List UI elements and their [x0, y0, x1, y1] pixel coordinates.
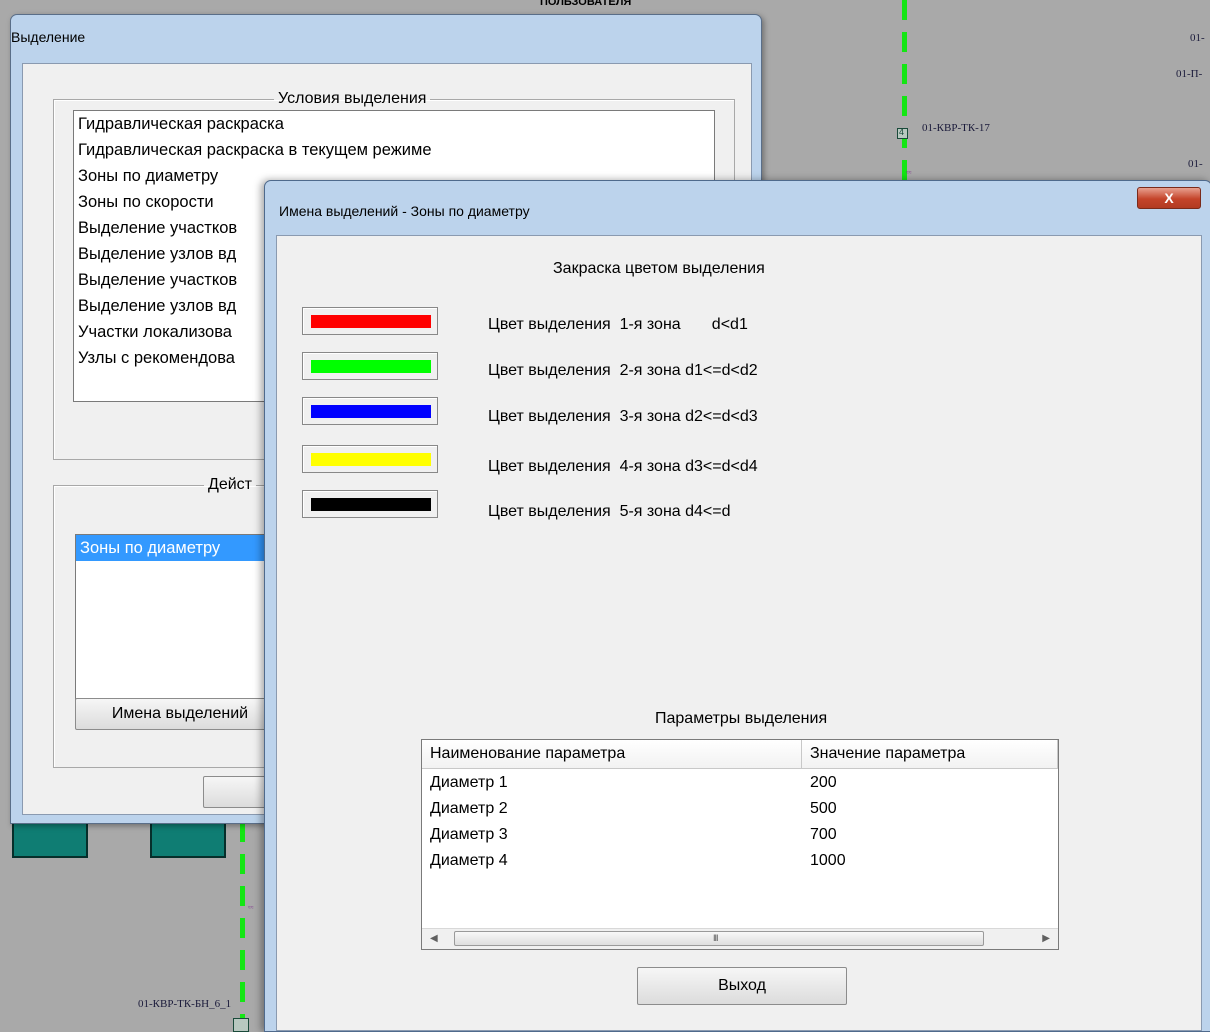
- pipe-line: [902, 0, 907, 180]
- column-header-name[interactable]: Наименование параметра: [422, 740, 802, 768]
- fill-color-heading: Закраска цветом выделения: [553, 260, 765, 277]
- list-item[interactable]: Гидравлическая раскраска: [74, 111, 714, 137]
- scroll-left-icon[interactable]: ◀: [430, 933, 438, 944]
- selection-dialog-title: Выделение: [11, 29, 86, 45]
- pipe-tag: ≈≈: [248, 905, 254, 911]
- zone-4-label: Цвет выделения 4-я зона d3<=d<d4: [488, 458, 758, 475]
- selection-names-dialog-body: Закраска цветом выделения Цвет выделения…: [276, 235, 1202, 1031]
- node-marker[interactable]: 4: [897, 127, 908, 139]
- actions-list[interactable]: Зоны по диаметру: [75, 534, 287, 702]
- zone-2-color-button[interactable]: [302, 352, 438, 380]
- param-name-cell: Диаметр 2: [430, 800, 508, 817]
- zone-3-color-swatch: [311, 405, 431, 418]
- node-label: 01-П-: [1176, 68, 1203, 80]
- param-name-cell: Диаметр 4: [430, 852, 508, 869]
- conditions-legend: Условия выделения: [278, 90, 427, 107]
- table-row[interactable]: Диаметр 3 700: [422, 822, 1058, 848]
- scroll-right-icon[interactable]: ▶: [1042, 933, 1050, 944]
- selection-names-button[interactable]: Имена выделений: [75, 698, 285, 730]
- pipe-line: [240, 822, 245, 1027]
- params-table-header: Наименование параметра Значение параметр…: [422, 740, 1058, 769]
- zone-5-color-swatch: [311, 498, 431, 511]
- scrollbar-thumb[interactable]: III: [454, 931, 984, 946]
- zone-4-color-button[interactable]: [302, 445, 438, 473]
- grip-icon: III: [713, 933, 718, 943]
- param-value-cell[interactable]: 500: [802, 796, 1058, 822]
- table-row[interactable]: Диаметр 4 1000: [422, 848, 1058, 874]
- zone-1-color-swatch: [311, 315, 431, 328]
- param-name-cell: Диаметр 1: [430, 774, 508, 791]
- selection-names-dialog: Имена выделений - Зоны по диаметру X Зак…: [264, 180, 1210, 1032]
- column-header-value[interactable]: Значение параметра: [802, 740, 1058, 768]
- horizontal-scrollbar[interactable]: ◀ III ▶: [422, 928, 1058, 949]
- selection-names-dialog-title: Имена выделений - Зоны по диаметру: [279, 203, 530, 219]
- exit-button[interactable]: Выход: [637, 967, 847, 1005]
- zone-2-label: Цвет выделения 2-я зона d1<=d<d2: [488, 362, 758, 379]
- param-value-cell[interactable]: 200: [802, 770, 1058, 796]
- list-item[interactable]: Гидравлическая раскраска в текущем режим…: [74, 137, 714, 163]
- node-label: 01-: [1188, 158, 1203, 170]
- param-value-cell[interactable]: 1000: [802, 848, 1058, 874]
- table-row[interactable]: Диаметр 1 200: [422, 770, 1058, 796]
- pipe-tag: ≈≈: [906, 170, 912, 176]
- close-icon: X: [1164, 190, 1174, 206]
- equipment-block: [150, 820, 226, 858]
- zone-2-color-swatch: [311, 360, 431, 373]
- close-button[interactable]: X: [1137, 187, 1201, 209]
- zone-3-color-button[interactable]: [302, 397, 438, 425]
- zone-3-label: Цвет выделения 3-я зона d2<=d<d3: [488, 408, 758, 425]
- list-item[interactable]: Зоны по диаметру: [76, 535, 286, 561]
- params-table[interactable]: Наименование параметра Значение параметр…: [421, 739, 1059, 950]
- zone-1-color-button[interactable]: [302, 307, 438, 335]
- actions-legend: Дейст: [208, 476, 252, 493]
- equipment-block: [12, 820, 88, 858]
- params-heading: Параметры выделения: [655, 710, 828, 727]
- zone-4-color-swatch: [311, 453, 431, 466]
- table-row[interactable]: Диаметр 2 500: [422, 796, 1058, 822]
- node-label: 01-КВР-ТК-БН_6_1: [138, 998, 232, 1010]
- param-name-cell: Диаметр 3: [430, 826, 508, 843]
- zone-5-label: Цвет выделения 5-я зона d4<=d: [488, 503, 731, 520]
- zone-5-color-button[interactable]: [302, 490, 438, 518]
- node-label: 01-: [1190, 32, 1205, 44]
- param-value-cell[interactable]: 700: [802, 822, 1058, 848]
- node-label: 01-КВР-ТК-17: [922, 122, 990, 134]
- top-caption: ПОЛЬЗОВАТЕЛЯ: [540, 0, 632, 8]
- zone-1-label: Цвет выделения 1-я зона d<d1: [488, 316, 748, 333]
